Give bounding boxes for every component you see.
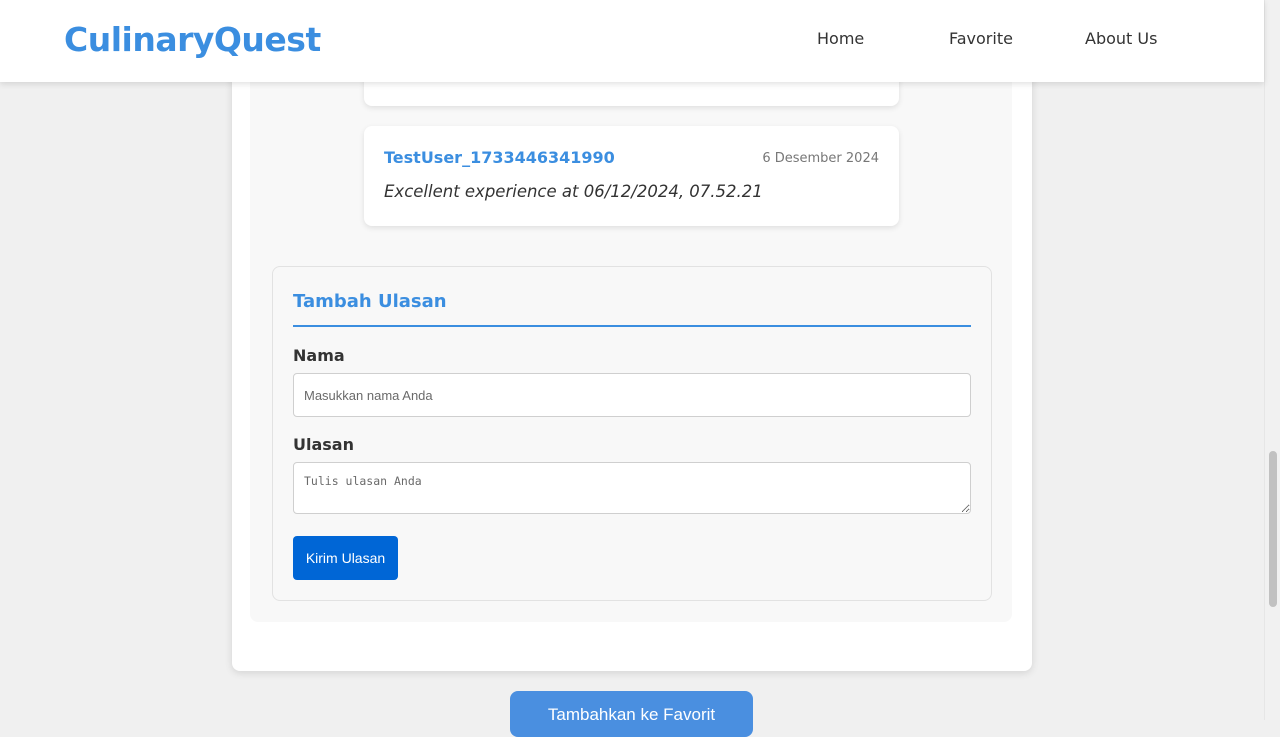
nav-link-home[interactable]: Home <box>817 29 864 48</box>
form-title: Tambah Ulasan <box>293 291 447 312</box>
review-date: 6 Desember 2024 <box>762 151 879 166</box>
add-to-favorite-button[interactable]: Tambahkan ke Favorit <box>510 691 753 737</box>
nav-link-about-us[interactable]: About Us <box>1085 29 1157 48</box>
name-label: Nama <box>293 346 345 365</box>
scrollbar-thumb[interactable] <box>1269 451 1277 607</box>
review-card: TestUser_1733446341990 6 Desember 2024 E… <box>364 126 899 226</box>
review-textarea[interactable] <box>293 462 971 514</box>
review-author: TestUser_1733446341990 <box>384 148 615 167</box>
page-scrollbar[interactable] <box>1264 0 1280 720</box>
submit-review-button[interactable]: Kirim Ulasan <box>293 536 398 580</box>
site-logo[interactable]: CulinaryQuest <box>64 20 321 59</box>
review-label: Ulasan <box>293 435 354 454</box>
review-text: Excellent experience at 06/12/2024, 07.5… <box>384 182 763 201</box>
name-input[interactable] <box>293 373 971 417</box>
top-navigation-bar: CulinaryQuest Home Favorite About Us <box>0 0 1264 82</box>
title-divider <box>293 325 971 327</box>
nav-link-favorite[interactable]: Favorite <box>949 29 1013 48</box>
add-review-form: Tambah Ulasan Nama Ulasan Kirim Ulasan <box>272 266 992 601</box>
